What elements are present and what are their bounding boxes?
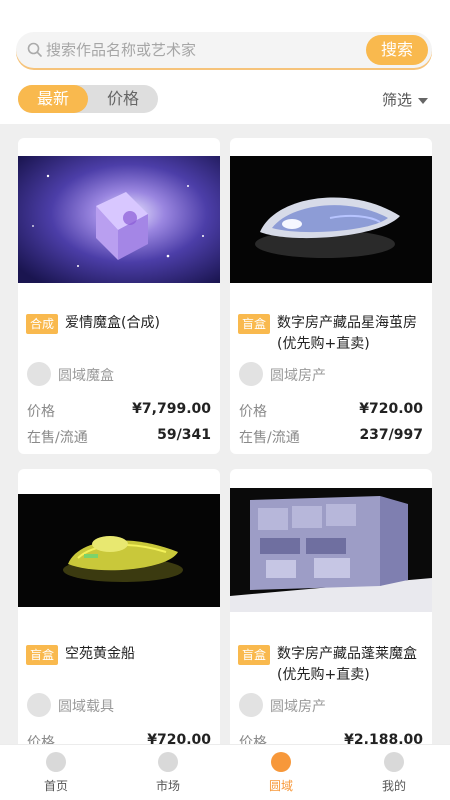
tag-badge: 盲盒 bbox=[26, 645, 59, 665]
product-title: 数字房产藏品星海茧房(优先购+直卖) bbox=[277, 315, 417, 352]
creator-name: 圆域魔盒 bbox=[58, 368, 114, 384]
product-image bbox=[230, 156, 432, 283]
search-button[interactable]: 搜索 bbox=[366, 35, 428, 65]
nav-label: 我的 bbox=[381, 779, 406, 793]
price-label: 价格 bbox=[27, 404, 55, 420]
nav-label: 圆域 bbox=[268, 779, 293, 793]
nav-label: 首页 bbox=[43, 779, 68, 793]
price-value: ¥720.00 bbox=[359, 401, 423, 417]
nav-home[interactable]: 首页 bbox=[0, 745, 112, 800]
sort-tabs: 最新 价格 bbox=[18, 85, 158, 113]
product-card[interactable]: 合成 爱情魔盒(合成) 圆域魔盒 价格 ¥7,799.00 在售/流通 59/3… bbox=[18, 138, 220, 454]
avatar bbox=[239, 362, 263, 386]
market-icon bbox=[158, 752, 178, 772]
nav-label: 市场 bbox=[155, 779, 180, 793]
bottom-nav: 首页 市场 圆域 我的 bbox=[0, 744, 450, 800]
filter-dropdown[interactable]: 筛选 bbox=[382, 89, 428, 110]
caret-down-icon bbox=[418, 97, 428, 104]
tag-badge: 合成 bbox=[26, 314, 59, 334]
filter-label: 筛选 bbox=[381, 91, 412, 109]
creator-name: 圆域房产 bbox=[270, 368, 326, 384]
profile-icon bbox=[384, 752, 404, 772]
tab-price[interactable]: 价格 bbox=[88, 85, 158, 113]
tag-badge: 盲盒 bbox=[238, 314, 271, 334]
price-value: ¥7,799.00 bbox=[132, 401, 211, 417]
search-bar[interactable]: 搜索 bbox=[16, 32, 432, 68]
stock-value: 237/997 bbox=[359, 427, 423, 443]
stock-label: 在售/流通 bbox=[27, 430, 88, 446]
home-icon bbox=[46, 752, 66, 772]
product-card[interactable]: 盲盒 数字房产藏品蓬莱魔盒(优先购+直卖) 圆域房产 价格 ¥2,188.00 bbox=[230, 469, 432, 769]
stock-value: 59/341 bbox=[157, 427, 211, 443]
product-title: 空苑黄金船 bbox=[65, 646, 135, 662]
avatar bbox=[239, 693, 263, 717]
creator-name: 圆域载具 bbox=[58, 699, 114, 715]
product-image bbox=[18, 494, 220, 607]
stock-label: 在售/流通 bbox=[239, 430, 300, 446]
product-card[interactable]: 盲盒 空苑黄金船 圆域载具 价格 ¥720.00 bbox=[18, 469, 220, 769]
nav-market[interactable]: 市场 bbox=[112, 745, 224, 800]
product-title: 数字房产藏品蓬莱魔盒(优先购+直卖) bbox=[277, 646, 417, 683]
avatar bbox=[27, 362, 51, 386]
product-image bbox=[230, 488, 432, 612]
nav-sphere[interactable]: 圆域 bbox=[225, 745, 337, 800]
search-input[interactable] bbox=[46, 32, 346, 68]
search-icon bbox=[27, 42, 42, 57]
header: 搜索 最新 价格 筛选 bbox=[0, 0, 450, 124]
product-image bbox=[18, 156, 220, 283]
product-title: 爱情魔盒(合成) bbox=[65, 315, 160, 331]
sphere-icon bbox=[271, 752, 291, 772]
price-label: 价格 bbox=[239, 404, 267, 420]
product-card[interactable]: 盲盒 数字房产藏品星海茧房(优先购+直卖) 圆域房产 价格 ¥720.00 在售… bbox=[230, 138, 432, 454]
tab-latest[interactable]: 最新 bbox=[18, 85, 88, 113]
tag-badge: 盲盒 bbox=[238, 645, 271, 665]
creator-name: 圆域房产 bbox=[270, 699, 326, 715]
avatar bbox=[27, 693, 51, 717]
nav-profile[interactable]: 我的 bbox=[338, 745, 450, 800]
